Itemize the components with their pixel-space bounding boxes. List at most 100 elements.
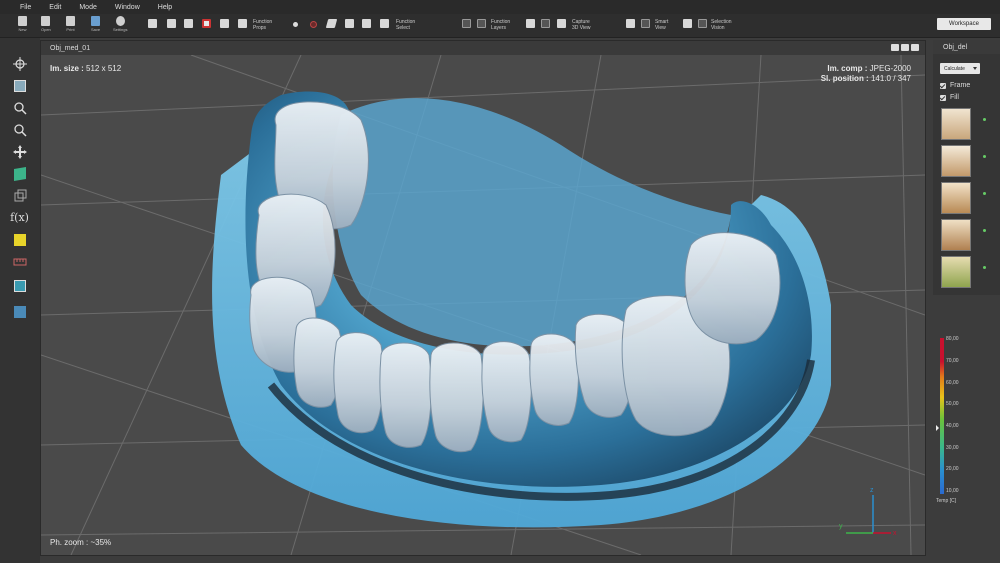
- zoom-readout: Ph. zoom : ~35%: [50, 538, 112, 547]
- print-button[interactable]: Print: [66, 16, 75, 32]
- legend-tick: 70,00: [946, 358, 959, 364]
- chevron-down-icon: [973, 67, 977, 70]
- crosshair-icon[interactable]: [12, 56, 27, 71]
- menu-help[interactable]: Help: [158, 4, 172, 11]
- thumbnail-root[interactable]: [941, 256, 971, 288]
- zoom-in-icon[interactable]: [12, 100, 27, 115]
- temperature-legend: 80,00 70,00 60,00 50,00 40,00 30,00 20,0…: [936, 330, 1000, 510]
- tool-selection-1[interactable]: [683, 19, 692, 28]
- ruler-icon[interactable]: [12, 254, 27, 269]
- thumbnail-molar[interactable]: [941, 108, 971, 140]
- thumbnail-incisor[interactable]: [941, 219, 971, 251]
- tool-capture-1[interactable]: [526, 19, 535, 28]
- axis-gizmo: z y x: [839, 487, 897, 537]
- checkbox-icon: [940, 82, 946, 89]
- legend-tick: 60,00: [946, 380, 959, 386]
- status-dot: [983, 155, 986, 158]
- new-button[interactable]: New: [18, 16, 27, 32]
- maximize-icon[interactable]: [901, 44, 909, 51]
- capture-3d-view-label[interactable]: Capture 3D View: [572, 19, 612, 31]
- record-tool[interactable]: [310, 21, 317, 28]
- status-dot: [983, 118, 986, 121]
- 3d-scene[interactable]: z y x: [41, 55, 925, 555]
- viewport-title: Obj_med_01: [50, 44, 91, 52]
- legend-pointer-icon[interactable]: [936, 425, 939, 431]
- object-panel: Obj_del Calculate Frame Fill: [933, 40, 1000, 295]
- cube-icon[interactable]: [12, 166, 27, 181]
- thumbnail-premolar[interactable]: [941, 145, 971, 177]
- slice-icon[interactable]: [12, 304, 27, 319]
- legend-title: Temp [C]: [936, 498, 957, 504]
- legend-tick: 20,00: [946, 466, 959, 472]
- checkbox-icon: [940, 94, 946, 101]
- tool-selection-2[interactable]: [698, 19, 707, 28]
- legend-tick: 30,00: [946, 445, 959, 451]
- legend-tick: 10,00: [946, 488, 959, 494]
- function-select-label[interactable]: Function Select: [396, 19, 436, 31]
- tool-brush-4[interactable]: [220, 19, 229, 28]
- slice-position-readout: Sl. position : 141.0 / 347: [820, 74, 911, 83]
- fill-checkbox[interactable]: Fill: [940, 94, 959, 101]
- menu-file[interactable]: File: [20, 4, 31, 11]
- legend-color-bar: [940, 338, 944, 494]
- tool-square[interactable]: [345, 19, 354, 28]
- menu-edit[interactable]: Edit: [49, 4, 61, 11]
- axis-z-label: z: [870, 487, 874, 494]
- tool-brush-1[interactable]: [148, 19, 157, 28]
- axis-y-label: y: [839, 523, 843, 530]
- point-tool[interactable]: [293, 22, 298, 27]
- gear-icon: [115, 16, 125, 26]
- image-size-readout: Im. size : 512 x 512: [50, 64, 122, 73]
- frame-checkbox[interactable]: Frame: [940, 82, 970, 89]
- menu-window[interactable]: Window: [115, 4, 140, 11]
- tool-capture-3[interactable]: [557, 19, 566, 28]
- function-props-label[interactable]: Function Props: [253, 19, 293, 31]
- panel-icon[interactable]: [12, 78, 27, 93]
- settings-button[interactable]: Settings: [113, 16, 127, 32]
- status-dot: [983, 266, 986, 269]
- window-controls: [891, 44, 919, 51]
- menu-mode[interactable]: Mode: [79, 4, 97, 11]
- thumbnail-canine[interactable]: [941, 182, 971, 214]
- left-toolbar: f(x): [0, 38, 40, 563]
- tool-brush-5[interactable]: [238, 19, 247, 28]
- minimize-icon[interactable]: [891, 44, 899, 51]
- tool-brush-2[interactable]: [167, 19, 176, 28]
- selection-vision-label[interactable]: Selection Vision: [711, 19, 751, 31]
- toolbar: New Open Print Save Settings Function Pro…: [0, 14, 1000, 38]
- tool-smart-2[interactable]: [641, 19, 650, 28]
- new-file-icon: [18, 16, 27, 26]
- calculate-dropdown[interactable]: Calculate: [940, 63, 980, 74]
- legend-tick: 80,00: [946, 336, 959, 342]
- object-panel-title: Obj_del: [933, 40, 1000, 54]
- move-icon[interactable]: [12, 144, 27, 159]
- save-button[interactable]: Save: [91, 16, 100, 32]
- tool-target[interactable]: [362, 19, 371, 28]
- legend-tick: 50,00: [946, 401, 959, 407]
- viewport-title-bar: Obj_med_01: [41, 41, 925, 55]
- axis-x-label: x: [893, 530, 897, 537]
- zoom-out-icon[interactable]: [12, 122, 27, 137]
- tool-text[interactable]: [380, 19, 389, 28]
- tool-capture-2[interactable]: [541, 19, 550, 28]
- layer-icon[interactable]: [12, 278, 27, 293]
- function-layers-label[interactable]: Function Layers: [491, 19, 531, 31]
- tool-smart-1[interactable]: [626, 19, 635, 28]
- status-dot: [983, 192, 986, 195]
- workspace-button[interactable]: Workspace: [937, 18, 991, 30]
- open-button[interactable]: Open: [41, 16, 51, 32]
- yellow-grid-icon[interactable]: [12, 232, 27, 247]
- open-file-icon: [41, 16, 51, 26]
- image-compression-readout: Im. comp : JPEG-2000: [827, 64, 911, 73]
- tool-shape[interactable]: [325, 19, 338, 28]
- wireframe-cube-icon[interactable]: [12, 188, 27, 203]
- save-icon: [91, 16, 101, 26]
- close-icon[interactable]: [911, 44, 919, 51]
- tool-grid[interactable]: [202, 19, 211, 28]
- tool-layer-2[interactable]: [477, 19, 486, 28]
- viewport-window: Obj_med_01 z y x Im. size: 512 x 512 Im…: [40, 40, 926, 556]
- function-icon[interactable]: f(x): [10, 210, 29, 225]
- tool-brush-3[interactable]: [184, 19, 193, 28]
- printer-icon: [66, 16, 75, 26]
- tool-layer-1[interactable]: [462, 19, 471, 28]
